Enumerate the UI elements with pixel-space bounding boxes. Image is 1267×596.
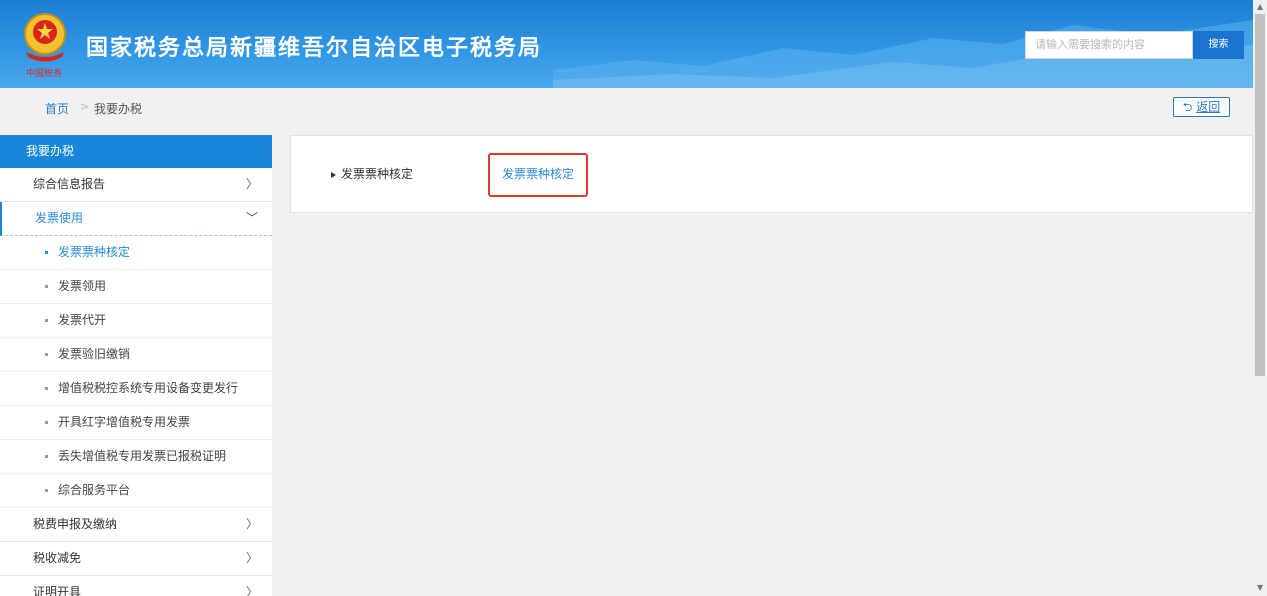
bullet-icon <box>45 421 48 424</box>
sidebar-subitem-label: 发票代开 <box>58 313 107 327</box>
sidebar-item-label: 证明开具 <box>33 585 82 596</box>
sidebar-subitem-service-platform[interactable]: 综合服务平台 <box>0 474 272 508</box>
sidebar-item-tax-reduction[interactable]: 税收减免 〉 <box>0 542 272 576</box>
bullet-icon <box>45 251 48 254</box>
bullet-icon <box>45 319 48 322</box>
chevron-right-icon: 〉 <box>245 177 258 191</box>
chevron-right-icon: 〉 <box>245 585 258 596</box>
content-panel: 发票票种核定 发票票种核定 <box>290 135 1253 213</box>
bullet-icon <box>45 353 48 356</box>
sidebar-item-tax-declaration-payment[interactable]: 税费申报及缴纳 〉 <box>0 508 272 542</box>
sidebar-subitem-red-letter-invoice[interactable]: 开具红字增值税专用发票 <box>0 406 272 440</box>
scroll-up-arrow-icon[interactable]: ▲ <box>1257 2 1263 11</box>
sidebar-subitem-label: 综合服务平台 <box>58 483 131 497</box>
invoice-type-approval-link[interactable]: 发票票种核定 <box>488 153 588 197</box>
sidebar-subitem-label: 发票领用 <box>58 279 107 293</box>
sidebar-title: 我要办税 <box>0 135 272 168</box>
search-button[interactable]: 搜索 <box>1193 31 1244 59</box>
chevron-down-icon: ﹀ <box>245 211 258 225</box>
sidebar-item-invoice-use[interactable]: 发票使用 ﹀ <box>0 202 272 236</box>
sidebar-subitem-label: 发票票种核定 <box>58 245 131 259</box>
section-label-text: 发票票种核定 <box>341 167 414 181</box>
scrollbar-thumb[interactable] <box>1255 14 1265 376</box>
chevron-right-icon: 〉 <box>245 517 258 531</box>
sidebar-subitem-label: 发票验旧缴销 <box>58 347 131 361</box>
sidebar-subitem-lost-invoice-certificate[interactable]: 丢失增值税专用发票已报税证明 <box>0 440 272 474</box>
svg-text:中国税务: 中国税务 <box>26 67 62 79</box>
site-header: 中国税务 国家税务总局新疆维吾尔自治区电子税务局 请输入需要搜索的内容 搜索 <box>0 0 1253 88</box>
search-input[interactable]: 请输入需要搜索的内容 <box>1025 31 1193 59</box>
sidebar-subitem-invoice-issue-on-behalf[interactable]: 发票代开 <box>0 304 272 338</box>
triangle-bullet-icon <box>331 171 336 178</box>
breadcrumb: 首页 > 我要办税 ⮌ 返回 <box>0 88 1253 126</box>
breadcrumb-separator: > <box>80 100 90 113</box>
bullet-icon <box>45 387 48 390</box>
sidebar-subitem-label: 开具红字增值税专用发票 <box>58 415 191 429</box>
sidebar-item-certificate-issue[interactable]: 证明开具 〉 <box>0 576 272 596</box>
sidebar-subitem-tax-control-device-change[interactable]: 增值税税控系统专用设备变更发行 <box>0 372 272 406</box>
breadcrumb-home-link[interactable]: 首页 <box>45 100 69 117</box>
bullet-icon <box>45 489 48 492</box>
sidebar-item-label: 税费申报及缴纳 <box>33 517 118 531</box>
back-button-label: 返回 <box>1196 100 1221 114</box>
sidebar: 我要办税 综合信息报告 〉 发票使用 ﹀ 发票票种核定 发票领用 发票代开 发票… <box>0 135 272 596</box>
sidebar-subitem-invoice-type-approval[interactable]: 发票票种核定 <box>0 236 272 270</box>
chevron-right-icon: 〉 <box>245 551 258 565</box>
sidebar-subitem-invoice-collection[interactable]: 发票领用 <box>0 270 272 304</box>
page-scrollbar[interactable]: ▲ ▼ <box>1253 0 1267 596</box>
national-emblem-icon: 中国税务 <box>24 13 66 79</box>
sidebar-item-label: 综合信息报告 <box>33 177 106 191</box>
return-arrow-icon: ⮌ <box>1182 100 1193 114</box>
sidebar-subitem-label: 丢失增值税专用发票已报税证明 <box>58 449 227 463</box>
section-label: 发票票种核定 <box>331 165 413 182</box>
scroll-down-arrow-icon[interactable]: ▼ <box>1257 583 1263 592</box>
sidebar-subitem-label: 增值税税控系统专用设备变更发行 <box>58 381 239 395</box>
bullet-icon <box>45 455 48 458</box>
site-title: 国家税务总局新疆维吾尔自治区电子税务局 <box>86 36 543 61</box>
breadcrumb-current: 我要办税 <box>94 102 143 116</box>
bullet-icon <box>45 285 48 288</box>
sidebar-item-comprehensive-report[interactable]: 综合信息报告 〉 <box>0 168 272 202</box>
sidebar-item-label: 发票使用 <box>35 211 84 225</box>
sidebar-subitem-invoice-verify-cancel[interactable]: 发票验旧缴销 <box>0 338 272 372</box>
back-button[interactable]: ⮌ 返回 <box>1173 97 1230 117</box>
sidebar-item-label: 税收减免 <box>33 551 82 565</box>
